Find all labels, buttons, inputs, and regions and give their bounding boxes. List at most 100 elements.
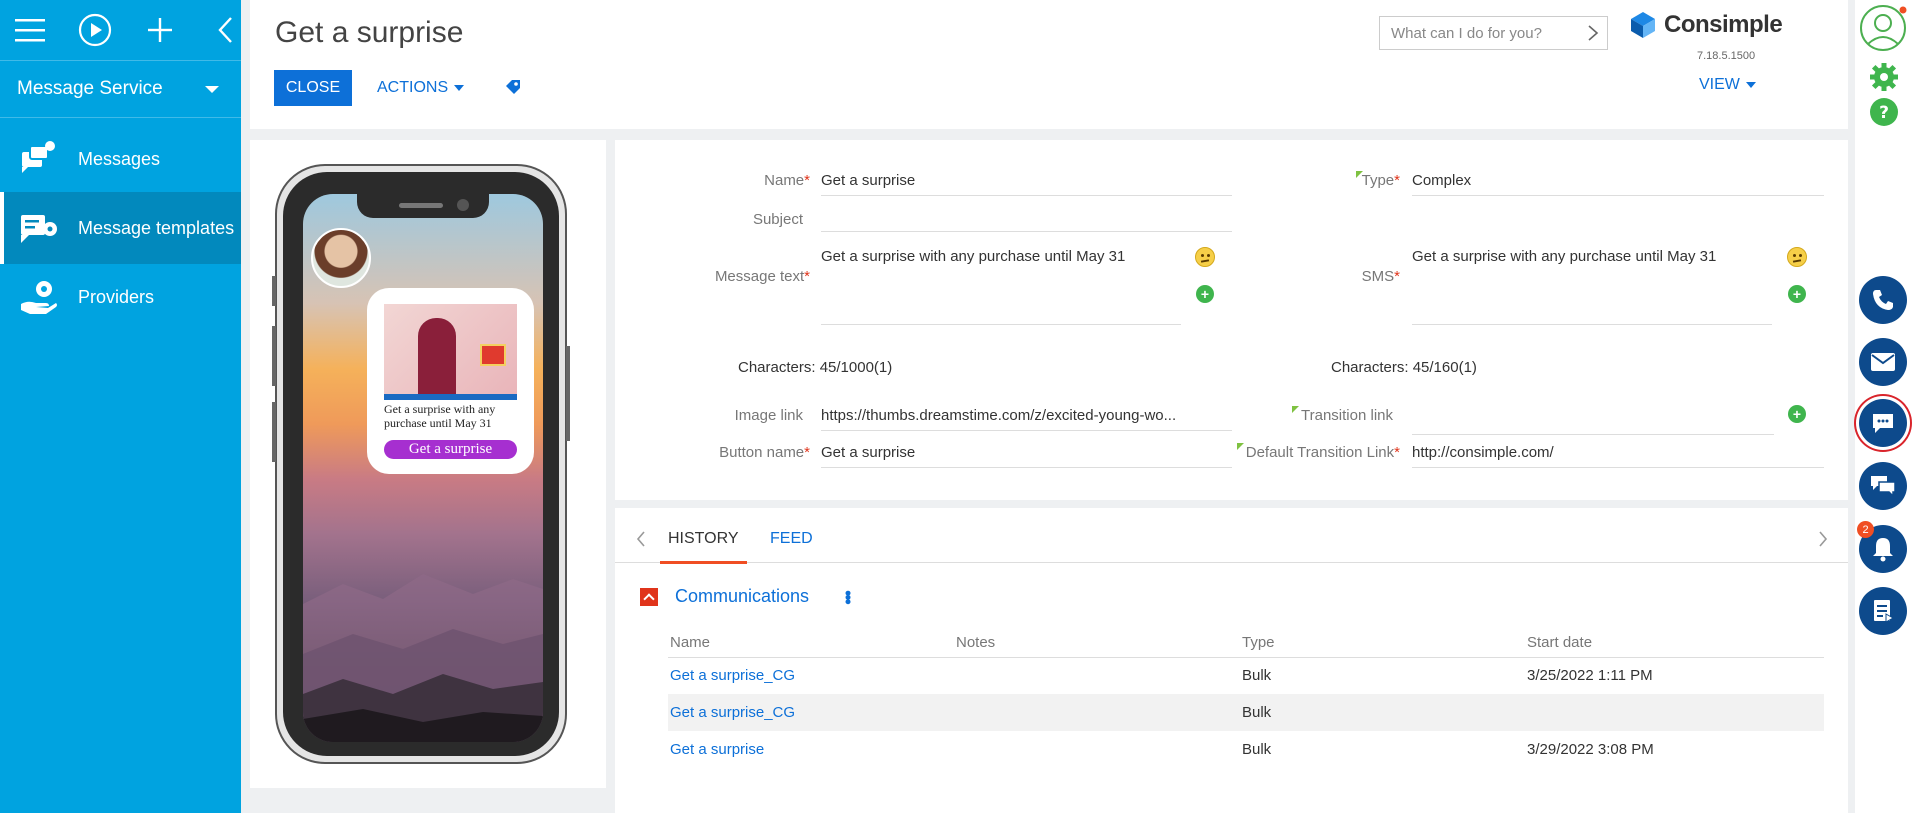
collapse-icon[interactable] — [640, 587, 658, 606]
required-mark: * — [1394, 444, 1400, 461]
row-name-link[interactable]: Get a surprise_CG — [668, 657, 954, 694]
sidebar-item-label: Providers — [78, 286, 155, 307]
notifications-button[interactable]: 2 — [1857, 521, 1907, 573]
add-icon[interactable]: + — [1788, 405, 1806, 423]
image-banner — [384, 394, 517, 400]
view-button[interactable]: VIEW — [1699, 76, 1756, 94]
column-header-type[interactable]: Type — [1240, 628, 1525, 658]
chevron-left-icon[interactable] — [636, 530, 646, 548]
close-button[interactable]: CLOSE — [274, 70, 352, 106]
button-name-input[interactable]: Get a surprise — [821, 444, 1232, 468]
transition-link-label: Transition link — [1301, 407, 1393, 424]
tab-feed[interactable]: FEED — [770, 530, 813, 548]
email-button[interactable] — [1859, 338, 1907, 386]
emoji-icon[interactable] — [1787, 247, 1807, 267]
row-type: Bulk — [1242, 667, 1272, 685]
default-transition-link-label: Default Transition Link* — [1205, 444, 1400, 461]
message-templates-icon — [21, 215, 57, 243]
sms-label: SMS* — [1205, 268, 1400, 285]
woman-figure — [418, 318, 456, 400]
column-header-start-date[interactable]: Start date — [1525, 628, 1824, 658]
row-start-date — [1525, 694, 1824, 731]
table-header-row: Name Notes Type Start date — [668, 628, 1824, 658]
email-icon — [1871, 353, 1895, 371]
notifications-count-badge: 2 — [1857, 521, 1874, 538]
required-mark: * — [804, 268, 810, 285]
sidebar-item-providers[interactable]: Providers — [0, 264, 241, 330]
history-panel: HISTORY FEED Communications ••• Name Not… — [615, 508, 1848, 813]
sms-field: SMS* Get a surprise with any purchase un… — [1205, 248, 1825, 328]
version-label: 7.18.5.1500 — [1697, 50, 1756, 62]
tasks-button[interactable] — [1859, 587, 1907, 635]
name-input[interactable]: Get a surprise — [821, 172, 1232, 196]
phone-side-button — [272, 402, 276, 462]
row-start-date: 3/25/2022 1:11 PM — [1527, 667, 1653, 685]
required-mark: * — [804, 444, 810, 461]
tab-history[interactable]: HISTORY — [660, 530, 747, 564]
required-mark: * — [1394, 268, 1400, 285]
command-search-input[interactable]: What can I do for you? — [1379, 16, 1608, 50]
menu-icon[interactable] — [14, 13, 46, 47]
logo-text: Consimple — [1664, 11, 1783, 38]
table-row[interactable]: Get a surprise Bulk 3/29/2022 3:08 PM — [668, 731, 1824, 768]
chevron-down-icon — [1745, 82, 1756, 88]
sidebar-toolbar — [0, 0, 241, 60]
message-text-input[interactable]: Get a surprise with any purchase until M… — [821, 248, 1181, 325]
chat-icon — [1873, 414, 1893, 433]
left-sidebar: Message Service Messages Message templat… — [0, 0, 241, 813]
help-icon[interactable]: ? — [1869, 97, 1899, 127]
page-header: Get a surprise CLOSE ACTIONS What can I … — [250, 0, 1848, 129]
column-header-notes[interactable]: Notes — [954, 628, 1240, 658]
label-text: Name — [764, 172, 805, 189]
play-icon[interactable] — [78, 13, 112, 47]
gear-icon[interactable] — [1869, 62, 1899, 92]
label-text: Default Transition Link — [1245, 444, 1395, 461]
phone-screen: Get a surprise with any purchase until M… — [303, 194, 543, 742]
message-preview-button[interactable]: Get a surprise — [384, 440, 517, 459]
user-avatar-icon[interactable] — [1859, 4, 1907, 52]
add-icon[interactable]: + — [1788, 285, 1806, 303]
conversations-icon — [1871, 476, 1896, 498]
chevron-right-icon[interactable] — [1818, 530, 1828, 548]
transition-link-input[interactable] — [1412, 407, 1774, 435]
section-selector[interactable]: Message Service — [0, 60, 241, 118]
name-label: Name* — [615, 172, 810, 189]
row-type: Bulk — [1242, 741, 1272, 758]
sms-input[interactable]: Get a surprise with any purchase until M… — [1412, 248, 1772, 325]
phone-mockup: Get a surprise with any purchase until M… — [272, 164, 570, 764]
table-row[interactable]: Get a surprise_CG Bulk — [668, 694, 1824, 731]
type-select[interactable]: Complex — [1412, 172, 1824, 196]
feed-button[interactable] — [1859, 462, 1907, 510]
detail-tabs: HISTORY FEED — [615, 508, 1848, 564]
image-link-input[interactable]: https://thumbs.dreamstime.com/z/excited-… — [821, 407, 1232, 431]
message-text-label: Message text* — [615, 268, 810, 285]
chevron-right-icon[interactable] — [1587, 24, 1599, 42]
sidebar-item-messages[interactable]: Messages — [0, 126, 241, 192]
image-link-label: Image link — [734, 407, 803, 424]
tag-icon[interactable] — [504, 78, 522, 96]
more-options-icon[interactable]: ••• — [837, 590, 858, 603]
type-field: Type* Complex — [1205, 172, 1825, 198]
sidebar-item-label: Messages — [78, 148, 161, 169]
messages-icon — [22, 141, 55, 173]
collapse-sidebar-icon[interactable] — [209, 13, 241, 47]
chat-button[interactable] — [1859, 399, 1907, 447]
sidebar-item-message-templates[interactable]: Message templates — [0, 192, 241, 264]
button-name-label: Button name* — [615, 444, 810, 461]
required-mark: * — [1394, 172, 1400, 189]
subject-input[interactable] — [821, 211, 1232, 232]
phone-preview-panel: Get a surprise with any purchase until M… — [250, 140, 606, 788]
table-row[interactable]: Get a surprise_CG Bulk 3/25/2022 1:11 PM — [668, 657, 1824, 694]
brand-logo: Consimple — [1628, 10, 1783, 40]
search-placeholder: What can I do for you? — [1391, 24, 1542, 42]
row-name-link[interactable]: Get a surprise_CG — [668, 694, 954, 731]
default-transition-link-input[interactable]: http://consimple.com/ — [1412, 444, 1824, 468]
phone-frame: Get a surprise with any purchase until M… — [283, 172, 559, 756]
column-header-name[interactable]: Name — [668, 628, 954, 658]
label-text: SMS — [1361, 268, 1395, 285]
row-name-link[interactable]: Get a surprise — [668, 731, 954, 768]
phone-button[interactable] — [1859, 276, 1907, 324]
actions-button[interactable]: ACTIONS — [377, 70, 465, 106]
communications-title[interactable]: Communications — [675, 586, 809, 607]
add-icon[interactable] — [144, 13, 176, 47]
